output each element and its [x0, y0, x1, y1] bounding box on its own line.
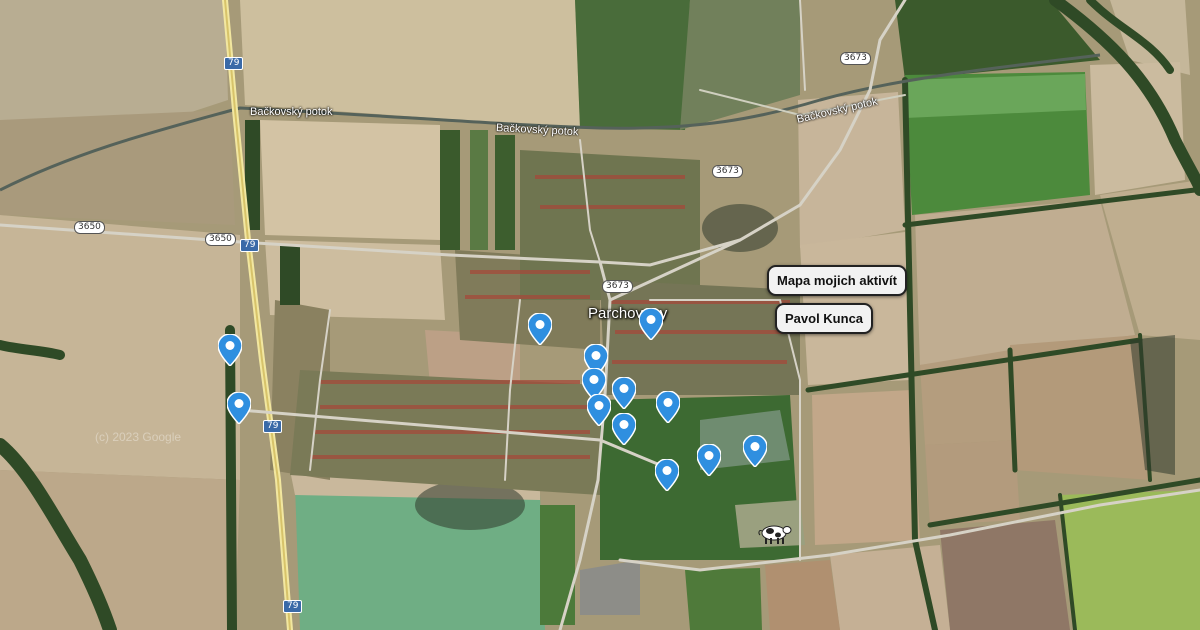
- map-pin-icon[interactable]: [612, 413, 636, 445]
- map-pin-icon[interactable]: [227, 392, 251, 424]
- activities-map-button[interactable]: Mapa mojich aktivít: [767, 265, 907, 296]
- map-pin-icon[interactable]: [612, 377, 636, 409]
- map-pin-icon[interactable]: [656, 391, 680, 423]
- map-pin-icon[interactable]: [655, 459, 679, 491]
- map-pin-icon[interactable]: [743, 435, 767, 467]
- satellite-map[interactable]: [0, 0, 1200, 630]
- map-pin-icon[interactable]: [587, 394, 611, 426]
- map-pin-icon[interactable]: [528, 313, 552, 345]
- author-button[interactable]: Pavol Kunca: [775, 303, 874, 334]
- map-pin-icon[interactable]: [697, 444, 721, 476]
- map-pin-icon[interactable]: [639, 308, 663, 340]
- map-pin-icon[interactable]: [218, 334, 242, 366]
